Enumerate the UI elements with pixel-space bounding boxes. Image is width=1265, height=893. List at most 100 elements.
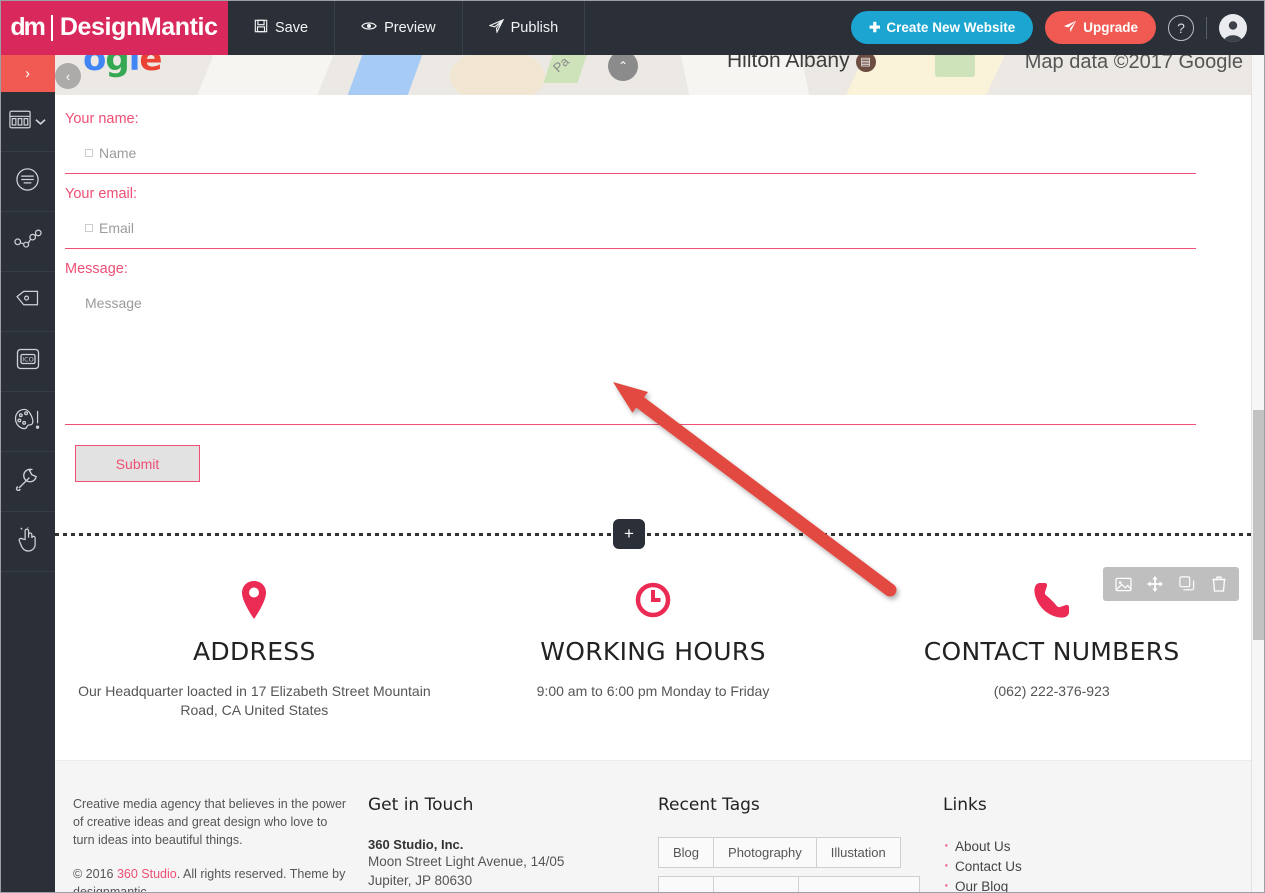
map-attribution: Map data ©2017 Google (1024, 55, 1243, 73)
footer-city: Jupiter, JP 80630 (368, 873, 473, 888)
divider-dotted-line (55, 533, 1251, 536)
create-new-website-button[interactable]: ✚ Create New Website (851, 11, 1034, 44)
plus-icon: ✚ (869, 19, 881, 35)
google-logo-letter: g (105, 55, 129, 79)
map-shape (450, 55, 545, 95)
scrollbar-thumb[interactable] (1253, 410, 1265, 640)
submit-button[interactable]: Submit (75, 445, 200, 482)
help-button[interactable]: ? (1168, 14, 1194, 41)
footer-tags-column: Recent Tags Blog Photography Illustation (648, 795, 933, 893)
sidebar-item-interactions[interactable] (0, 512, 55, 572)
sidebar-item-icons[interactable]: ICO (0, 332, 55, 392)
tag-item[interactable]: Illustation (815, 837, 901, 868)
add-section-button[interactable]: + (613, 519, 645, 549)
toolbar-divider (1206, 16, 1207, 39)
info-title: WORKING HOURS (540, 637, 766, 666)
clock-icon (468, 579, 839, 621)
tag-item[interactable]: Blog (658, 837, 715, 868)
app-root: dm DesignMantic Save Preview Publish ✚ C… (0, 0, 1265, 893)
footer-link-list: About Us Contact Us Our Blog (943, 837, 1173, 893)
section-divider: + (55, 519, 1251, 549)
user-icon (1223, 20, 1243, 42)
footer-links-column: Links About Us Contact Us Our Blog (933, 795, 1183, 893)
info-column-working-hours[interactable]: WORKING HOURS 9:00 am to 6:00 pm Monday … (454, 579, 853, 720)
footer-link[interactable]: Contact Us (943, 857, 1173, 877)
sidebar-expand-toggle[interactable]: › (0, 55, 55, 92)
move-icon[interactable] (1141, 570, 1169, 598)
save-button[interactable]: Save (228, 0, 336, 55)
tag-item[interactable] (798, 876, 920, 893)
brand-logo[interactable]: dm DesignMantic (0, 0, 228, 55)
footer-link[interactable]: Our Blog (943, 877, 1173, 893)
footer-about-text: Creative media agency that believes in t… (73, 797, 347, 847)
sidebar-item-layout[interactable] (0, 92, 55, 152)
trash-icon[interactable] (1205, 570, 1233, 598)
map-water (340, 55, 430, 95)
checkbox-glyph (85, 149, 93, 157)
preview-button[interactable]: Preview (335, 0, 463, 55)
svg-text:ICO: ICO (22, 356, 34, 364)
map-pin-icon (69, 579, 440, 621)
map-back-button[interactable]: ‹ (55, 63, 81, 89)
google-logo-letter: o (83, 55, 106, 79)
name-field-label: Your name: (65, 111, 139, 127)
copyright-pre: © 2016 (73, 867, 117, 881)
google-logo-letter: l (128, 55, 141, 79)
tag-item[interactable]: Photography (713, 837, 817, 868)
menu-circle-icon (15, 167, 40, 197)
tag-item[interactable] (713, 876, 799, 893)
name-placeholder: Name (99, 145, 137, 161)
footer-copyright: © 2016 360 Studio. All rights reserved. … (73, 865, 348, 893)
sidebar-item-tags[interactable] (0, 272, 55, 332)
upgrade-button[interactable]: Upgrade (1045, 11, 1156, 44)
toolbar-actions: ✚ Create New Website Upgrade ? (851, 0, 1265, 55)
publish-button[interactable]: Publish (463, 0, 586, 55)
save-label: Save (275, 19, 309, 36)
top-toolbar: dm DesignMantic Save Preview Publish ✚ C… (0, 0, 1265, 55)
tag-row (658, 876, 923, 893)
info-column-address[interactable]: ADDRESS Our Headquarter loacted in 17 El… (55, 579, 454, 720)
message-textarea[interactable]: Message (65, 295, 1196, 425)
contact-form: Your name: Name Your email: Email Messag… (55, 95, 1251, 482)
footer-link[interactable]: About Us (943, 837, 1173, 857)
footer-street: Moon Street Light Avenue, 14/05 (368, 854, 565, 869)
sidebar-item-pages[interactable] (0, 152, 55, 212)
footer-tags-heading: Recent Tags (658, 795, 760, 815)
email-input[interactable]: Email (65, 220, 1196, 249)
sidebar-item-settings[interactable] (0, 452, 55, 512)
sidebar-item-sections[interactable] (0, 212, 55, 272)
footer-contact-column: Get in Touch 360 Studio, Inc. Moon Stree… (358, 795, 648, 893)
footer-columns: Creative media agency that believes in t… (55, 795, 1251, 893)
email-field-label: Your email: (65, 186, 138, 202)
google-map-embed[interactable]: ogle ‹ ⌃ Pa Hilton Albany ▤ Map data ©201… (55, 55, 1251, 95)
info-text: 9:00 am to 6:00 pm Monday to Friday (536, 683, 770, 699)
map-collapse-button[interactable]: ⌃ (608, 55, 638, 81)
brand-name: DesignMantic (59, 13, 218, 41)
website-preview-canvas: ogle ‹ ⌃ Pa Hilton Albany ▤ Map data ©201… (55, 55, 1251, 893)
google-logo: ogle (83, 55, 162, 79)
user-avatar-button[interactable] (1219, 13, 1247, 42)
name-input[interactable]: Name (65, 145, 1196, 174)
sidebar-item-theme[interactable] (0, 392, 55, 452)
wrench-icon (15, 467, 40, 496)
checkbox-glyph (85, 224, 93, 232)
footer-company-name: 360 Studio, Inc. (368, 837, 464, 852)
save-icon (254, 19, 268, 37)
copyright-link[interactable]: 360 Studio (117, 867, 177, 881)
duplicate-icon[interactable] (1173, 570, 1201, 598)
footer-about-column: Creative media agency that believes in t… (63, 795, 358, 893)
paper-plane-icon (487, 18, 504, 37)
preview-label: Preview (384, 19, 436, 36)
contact-info-section: ADDRESS Our Headquarter loacted in 17 El… (55, 549, 1251, 760)
info-text: (062) 222-376-923 (993, 683, 1110, 699)
map-poi-icon: ▤ (855, 55, 876, 72)
info-text: Our Headquarter loacted in 17 Elizabeth … (78, 683, 431, 718)
image-icon[interactable] (1109, 570, 1137, 598)
vertical-scrollbar[interactable] (1251, 55, 1265, 893)
tag-icon (15, 290, 40, 314)
tag-item[interactable] (658, 876, 714, 893)
chevron-down-icon (35, 113, 46, 131)
footer-links-heading: Links (943, 795, 987, 815)
publish-label: Publish (510, 19, 559, 36)
